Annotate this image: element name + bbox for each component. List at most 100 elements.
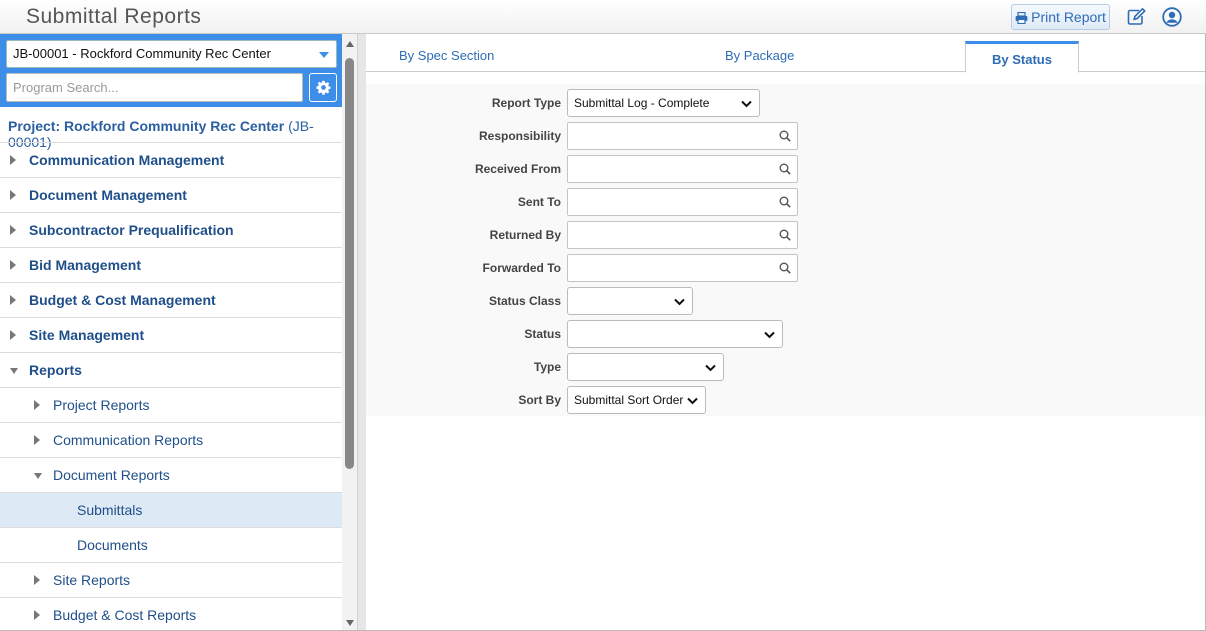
panel-splitter[interactable] xyxy=(357,34,366,630)
page-title: Submittal Reports xyxy=(26,5,202,28)
sort-by-row: Sort By Submittal Sort Order xyxy=(366,386,1205,414)
collapsed-arrow-icon[interactable] xyxy=(10,295,16,305)
sent-to-field[interactable] xyxy=(567,188,798,216)
sidebar-item-label: Bid Management xyxy=(29,257,142,273)
sent-to-row: Sent To xyxy=(366,188,1205,216)
search-icon[interactable] xyxy=(779,130,791,142)
collapsed-arrow-icon[interactable] xyxy=(10,330,16,340)
scroll-up-arrow-icon[interactable] xyxy=(346,41,354,47)
print-report-button[interactable]: Print Report xyxy=(1011,4,1110,30)
sidebar-item-label: Site Management xyxy=(29,327,145,343)
scrollbar-thumb[interactable] xyxy=(345,58,354,469)
chevron-down-icon xyxy=(674,298,685,306)
sort-by-select[interactable]: Submittal Sort Order xyxy=(567,386,706,414)
sidebar-item-project-reports[interactable]: Project Reports xyxy=(0,387,342,422)
sidebar-item-site-management[interactable]: Site Management xyxy=(0,317,342,352)
tab-by-spec-section[interactable]: By Spec Section xyxy=(399,34,494,72)
app-header: Submittal Reports Print Report xyxy=(0,0,1206,34)
sidebar-item-bid-management[interactable]: Bid Management xyxy=(0,247,342,282)
collapsed-arrow-icon[interactable] xyxy=(34,610,40,620)
chevron-down-icon xyxy=(319,52,329,58)
sidebar-item-submittals[interactable]: Submittals xyxy=(0,492,342,527)
sidebar-item-label: Document Reports xyxy=(53,467,170,483)
report-tabs: By Spec Section By Package By Status xyxy=(366,34,1205,73)
sort-by-label: Sort By xyxy=(518,393,561,407)
sidebar-item-label: Submittals xyxy=(77,502,143,518)
sidebar-nav: Communication Management Document Managem… xyxy=(0,142,342,630)
sidebar-item-label: Document Management xyxy=(29,187,187,203)
forwarded-to-row: Forwarded To xyxy=(366,254,1205,282)
forwarded-to-field[interactable] xyxy=(567,254,798,282)
scroll-down-arrow-icon[interactable] xyxy=(346,620,354,626)
collapsed-arrow-icon[interactable] xyxy=(10,155,16,165)
settings-button[interactable] xyxy=(309,73,337,102)
sidebar-item-subcontractor-prequalification[interactable]: Subcontractor Prequalification xyxy=(0,212,342,247)
program-search-input[interactable] xyxy=(6,73,303,102)
returned-by-field[interactable] xyxy=(567,221,798,249)
type-select[interactable] xyxy=(567,353,724,381)
status-label: Status xyxy=(524,327,561,341)
tab-by-package[interactable]: By Package xyxy=(725,34,794,72)
responsibility-row: Responsibility xyxy=(366,122,1205,150)
report-type-select[interactable]: Submittal Log - Complete xyxy=(567,89,760,117)
gear-icon xyxy=(316,80,331,95)
project-name: Project: Rockford Community Rec Center xyxy=(8,118,285,134)
collapsed-arrow-icon[interactable] xyxy=(10,190,16,200)
status-class-select[interactable] xyxy=(567,287,693,315)
search-icon[interactable] xyxy=(779,262,791,274)
search-icon[interactable] xyxy=(779,163,791,175)
collapsed-arrow-icon[interactable] xyxy=(34,575,40,585)
report-type-row: Report Type Submittal Log - Complete xyxy=(366,89,1205,117)
expanded-arrow-icon[interactable] xyxy=(10,368,18,374)
collapsed-arrow-icon[interactable] xyxy=(10,260,16,270)
sidebar-item-budget-and-cost-management[interactable]: Budget & Cost Management xyxy=(0,282,342,317)
type-row: Type xyxy=(366,353,1205,381)
sidebar-item-communication-reports[interactable]: Communication Reports xyxy=(0,422,342,457)
sidebar-item-budget-and-cost-reports[interactable]: Budget & Cost Reports xyxy=(0,597,342,630)
search-icon[interactable] xyxy=(779,196,791,208)
sidebar-item-label: Site Reports xyxy=(53,572,131,588)
search-icon[interactable] xyxy=(779,229,791,241)
tab-by-status[interactable]: By Status xyxy=(965,41,1079,73)
printer-icon xyxy=(1015,11,1028,25)
sidebar-item-site-reports[interactable]: Site Reports xyxy=(0,562,342,597)
sidebar-toolbar: JB-00001 - Rockford Community Rec Center xyxy=(0,34,342,107)
edit-icon[interactable] xyxy=(1127,8,1146,28)
sidebar-item-label: Communication Reports xyxy=(53,432,204,448)
print-report-label: Print Report xyxy=(1031,9,1106,25)
type-label: Type xyxy=(533,360,561,374)
collapsed-arrow-icon[interactable] xyxy=(34,400,40,410)
received-from-row: Received From xyxy=(366,155,1205,183)
sidebar-item-documents[interactable]: Documents xyxy=(0,527,342,562)
status-select[interactable] xyxy=(567,320,783,348)
sidebar: JB-00001 - Rockford Community Rec Center… xyxy=(0,34,342,630)
sidebar-item-label: Communication Management xyxy=(29,152,225,168)
collapsed-arrow-icon[interactable] xyxy=(34,435,40,445)
expanded-arrow-icon[interactable] xyxy=(34,473,42,479)
sidebar-item-document-management[interactable]: Document Management xyxy=(0,177,342,212)
sidebar-item-document-reports[interactable]: Document Reports xyxy=(0,457,342,492)
main-content: By Spec Section By Package By Status Rep… xyxy=(366,34,1205,630)
report-type-value: Submittal Log - Complete xyxy=(574,96,710,110)
report-type-label: Report Type xyxy=(491,96,561,110)
chevron-down-icon xyxy=(741,100,752,108)
responsibility-label: Responsibility xyxy=(478,129,561,143)
returned-by-label: Returned By xyxy=(489,228,561,242)
received-from-field[interactable] xyxy=(567,155,798,183)
sidebar-item-label: Subcontractor Prequalification xyxy=(29,222,234,238)
responsibility-field[interactable] xyxy=(567,122,798,150)
sidebar-item-reports[interactable]: Reports xyxy=(0,352,342,387)
sidebar-item-label: Reports xyxy=(29,362,82,378)
user-profile-icon[interactable] xyxy=(1162,7,1182,30)
sidebar-scrollbar[interactable] xyxy=(342,34,357,630)
status-class-label: Status Class xyxy=(488,294,561,308)
status-class-row: Status Class xyxy=(366,287,1205,315)
report-filter-form: Report Type Submittal Log - Complete Res… xyxy=(366,84,1205,416)
job-select-value: JB-00001 - Rockford Community Rec Center xyxy=(13,46,271,61)
collapsed-arrow-icon[interactable] xyxy=(10,225,16,235)
status-row: Status xyxy=(366,320,1205,348)
job-select[interactable]: JB-00001 - Rockford Community Rec Center xyxy=(6,40,337,68)
sidebar-item-communication-management[interactable]: Communication Management xyxy=(0,142,342,177)
returned-by-row: Returned By xyxy=(366,221,1205,249)
chevron-down-icon xyxy=(705,364,716,372)
